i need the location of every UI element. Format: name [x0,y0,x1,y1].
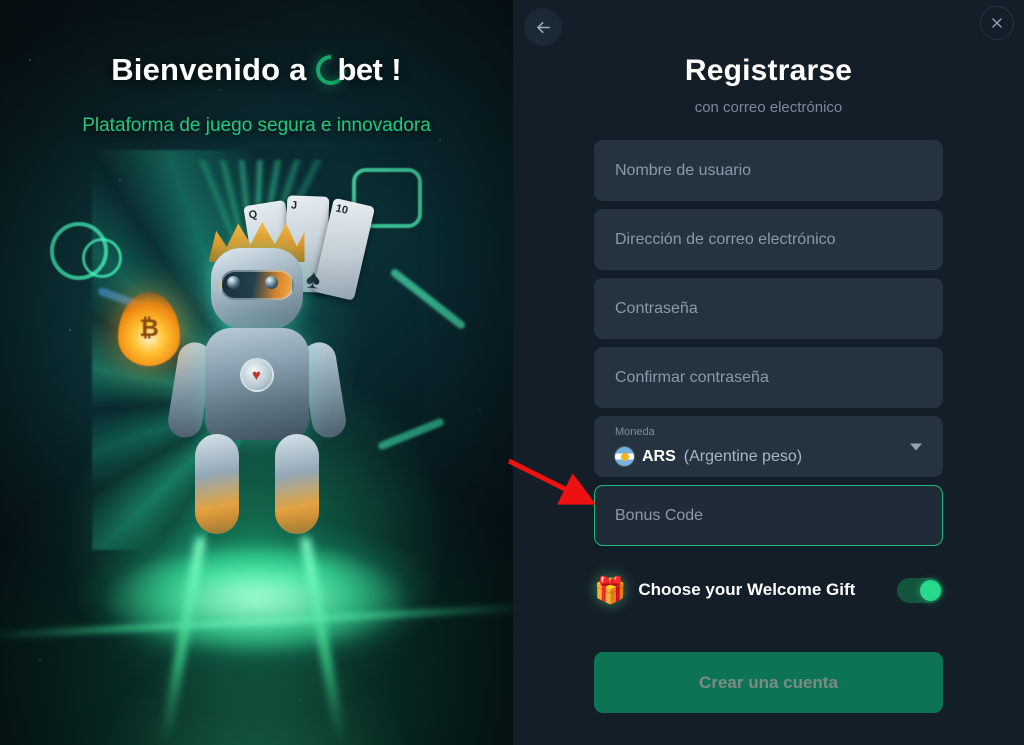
gift-icon: 🎁 [594,575,627,605]
close-icon [992,18,1002,28]
promo-title-suffix: ! [391,52,402,87]
create-account-button[interactable]: Crear una cuenta [594,652,943,713]
robot-eye [226,276,240,289]
promo-title-prefix: Bienvenido a [111,52,307,87]
registration-form-panel: Registrarse con correo electrónico Nombr… [513,0,1024,745]
currency-value: ARS (Argentine peso) [615,447,802,466]
currency-select[interactable]: Moneda ARS (Argentine peso) [594,416,943,477]
brand-logo: bet [309,48,383,92]
robot-character: ♥ [157,206,357,536]
close-button[interactable] [980,6,1014,40]
page-title: Registrarse [684,54,853,87]
welcome-gift-label: Choose your Welcome Gift [638,580,856,599]
logo-text: bet [337,52,383,87]
password-field[interactable]: Contraseña [594,278,943,339]
promo-panel: Q J 10 ♠ ♥ ₿ Bienvenido a bet ! Platafor… [0,0,513,745]
username-placeholder: Nombre de usuario [615,161,752,179]
welcome-gift-toggle[interactable] [897,577,943,603]
email-field[interactable]: Dirección de correo electrónico [594,209,943,270]
toggle-knob [920,579,941,601]
back-button[interactable] [524,8,562,46]
bonus-code-placeholder: Bonus Code [615,506,704,524]
currency-label: Moneda [615,426,655,438]
argentina-flag-icon [615,447,634,466]
glow-platform-core [106,545,407,655]
registration-modal: Q J 10 ♠ ♥ ₿ Bienvenido a bet ! Platafor… [0,0,1024,745]
bonus-code-field[interactable]: Bonus Code [594,485,943,546]
page-subtitle: con correo electrónico [694,99,843,116]
promo-subtitle: Plataforma de juego segura e innovadora [82,115,431,136]
neon-ring-decor [82,238,122,278]
robot-eye [264,276,278,289]
welcome-gift-row: 🎁 Choose your Welcome Gift [594,570,943,610]
email-placeholder: Dirección de correo electrónico [615,230,836,248]
currency-name: (Argentine peso) [683,447,803,465]
promo-text: Bienvenido a bet ! Plataforma de juego s… [0,48,513,137]
chevron-down-icon[interactable] [910,443,922,450]
username-field[interactable]: Nombre de usuario [594,140,943,201]
promo-title: Bienvenido a bet ! [0,48,513,92]
confirm-password-placeholder: Confirmar contraseña [615,368,769,386]
form-fields: Nombre de usuario Dirección de correo el… [594,140,943,546]
arrow-left-icon [536,21,550,33]
password-placeholder: Contraseña [615,299,698,317]
confirm-password-field[interactable]: Confirmar contraseña [594,347,943,408]
currency-code: ARS [642,447,676,465]
heart-badge-icon: ♥ [239,358,274,392]
